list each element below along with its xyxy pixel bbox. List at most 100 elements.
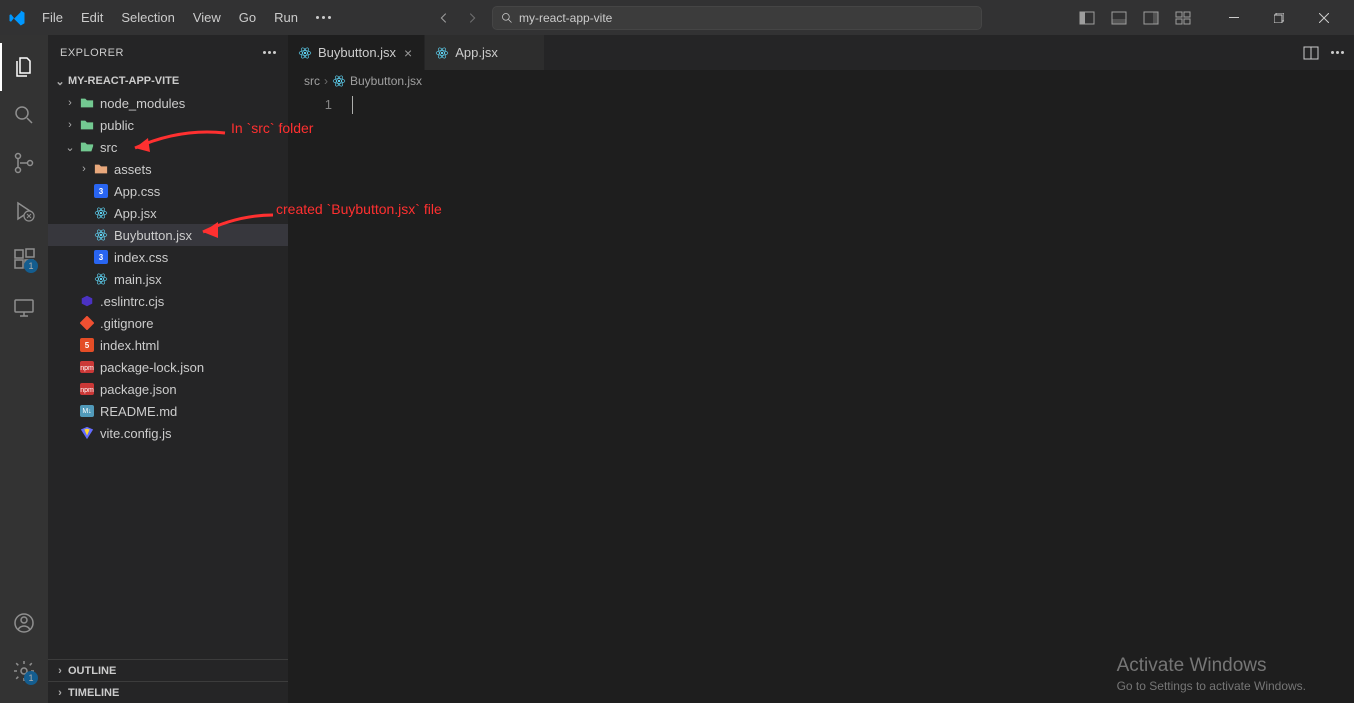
chevron-down-icon: ⌄ (62, 141, 78, 154)
menu-edit[interactable]: Edit (73, 6, 111, 29)
chevron-right-icon: › (52, 687, 68, 699)
file-tree: ⌄ MY-REACT-APP-VITE › node_modules › pub… (48, 70, 288, 659)
menu-view[interactable]: View (185, 6, 229, 29)
menu-file[interactable]: File (34, 6, 71, 29)
folder-src[interactable]: ⌄ src (48, 136, 288, 158)
search-text: my-react-app-vite (519, 11, 612, 25)
code-area[interactable] (352, 96, 1354, 703)
file-main-jsx[interactable]: main.jsx (48, 268, 288, 290)
activity-source-control[interactable] (0, 139, 48, 187)
text-cursor (352, 96, 353, 114)
editor-content[interactable]: 1 (288, 92, 1354, 703)
split-editor-icon[interactable] (1303, 45, 1319, 61)
markdown-file-icon: M↓ (78, 403, 96, 419)
activity-account[interactable] (0, 599, 48, 647)
search-icon (501, 12, 513, 24)
activity-explorer[interactable] (0, 43, 48, 91)
activity-settings[interactable]: 1 (0, 647, 48, 695)
folder-icon (78, 117, 96, 133)
file-buybutton-jsx[interactable]: Buybutton.jsx (48, 224, 288, 246)
source-control-icon (12, 151, 36, 175)
tab-buybutton[interactable]: Buybutton.jsx × (288, 35, 425, 70)
layout-sidebar-right-icon[interactable] (1143, 10, 1159, 26)
html-file-icon: 5 (78, 337, 96, 353)
react-file-icon (298, 46, 312, 60)
account-icon (12, 611, 36, 635)
file-package-lock[interactable]: npm package-lock.json (48, 356, 288, 378)
outline-section[interactable]: › OUTLINE (48, 659, 288, 681)
chevron-right-icon: › (62, 97, 78, 109)
css-file-icon: 3 (92, 183, 110, 199)
activity-remote[interactable] (0, 283, 48, 331)
explorer-more-icon[interactable] (263, 51, 276, 54)
menu-run[interactable]: Run (266, 6, 306, 29)
file-index-css[interactable]: 3 index.css (48, 246, 288, 268)
svg-text:npm: npm (80, 365, 94, 372)
folder-public[interactable]: › public (48, 114, 288, 136)
close-button[interactable] (1301, 0, 1346, 35)
layout-panel-icon[interactable] (1111, 10, 1127, 26)
vite-file-icon (78, 425, 96, 441)
editor-area: Buybutton.jsx × App.jsx src › Buybutton.… (288, 35, 1354, 703)
project-root[interactable]: ⌄ MY-REACT-APP-VITE (48, 70, 288, 92)
react-file-icon (92, 227, 110, 243)
window-controls (1079, 0, 1346, 35)
svg-text:npm: npm (80, 387, 94, 394)
menu-go[interactable]: Go (231, 6, 264, 29)
eslint-file-icon (78, 293, 96, 309)
react-file-icon (92, 271, 110, 287)
css-file-icon: 3 (92, 249, 110, 265)
tab-close-icon[interactable]: × (402, 45, 414, 61)
file-index-html[interactable]: 5 index.html (48, 334, 288, 356)
breadcrumb-file[interactable]: Buybutton.jsx (350, 74, 422, 88)
debug-icon (12, 199, 36, 223)
title-bar: File Edit Selection View Go Run my-react… (0, 0, 1354, 35)
line-numbers: 1 (288, 96, 352, 703)
maximize-button[interactable] (1256, 0, 1301, 35)
settings-badge: 1 (24, 671, 38, 685)
activity-debug[interactable] (0, 187, 48, 235)
folder-node-modules[interactable]: › node_modules (48, 92, 288, 114)
file-eslintrc[interactable]: .eslintrc.cjs (48, 290, 288, 312)
tab-app[interactable]: App.jsx (425, 35, 545, 70)
file-app-css[interactable]: 3 App.css (48, 180, 288, 202)
nav-back-icon[interactable] (436, 10, 452, 26)
chevron-right-icon: › (76, 163, 92, 175)
extensions-badge: 1 (24, 259, 38, 273)
breadcrumb[interactable]: src › Buybutton.jsx (288, 70, 1354, 92)
json-file-icon: npm (78, 381, 96, 397)
menu-more-icon[interactable] (308, 6, 339, 29)
json-file-icon: npm (78, 359, 96, 375)
remote-icon (12, 295, 36, 319)
editor-tabs: Buybutton.jsx × App.jsx (288, 35, 1354, 70)
chevron-right-icon: › (52, 665, 68, 677)
command-center[interactable]: my-react-app-vite (492, 6, 982, 30)
folder-open-icon (78, 139, 96, 155)
timeline-section[interactable]: › TIMELINE (48, 681, 288, 703)
nav-forward-icon[interactable] (464, 10, 480, 26)
tab-more-icon[interactable] (1331, 51, 1344, 54)
file-package-json[interactable]: npm package.json (48, 378, 288, 400)
activity-search[interactable] (0, 91, 48, 139)
search-icon (12, 103, 36, 127)
chevron-down-icon: ⌄ (52, 75, 68, 88)
breadcrumb-src[interactable]: src (304, 74, 320, 88)
layout-sidebar-left-icon[interactable] (1079, 10, 1095, 26)
react-file-icon (92, 205, 110, 221)
explorer-header: EXPLORER (48, 35, 288, 70)
files-icon (12, 55, 36, 79)
explorer-title: EXPLORER (60, 47, 124, 59)
menu-selection[interactable]: Selection (113, 6, 182, 29)
vscode-logo-icon (8, 9, 26, 27)
folder-icon (78, 95, 96, 111)
folder-icon (92, 161, 110, 177)
file-app-jsx[interactable]: App.jsx (48, 202, 288, 224)
tab-actions (1293, 35, 1354, 70)
activity-extensions[interactable]: 1 (0, 235, 48, 283)
layout-customize-icon[interactable] (1175, 10, 1191, 26)
file-readme[interactable]: M↓ README.md (48, 400, 288, 422)
file-vite-config[interactable]: vite.config.js (48, 422, 288, 444)
file-gitignore[interactable]: .gitignore (48, 312, 288, 334)
minimize-button[interactable] (1211, 0, 1256, 35)
folder-assets[interactable]: › assets (48, 158, 288, 180)
